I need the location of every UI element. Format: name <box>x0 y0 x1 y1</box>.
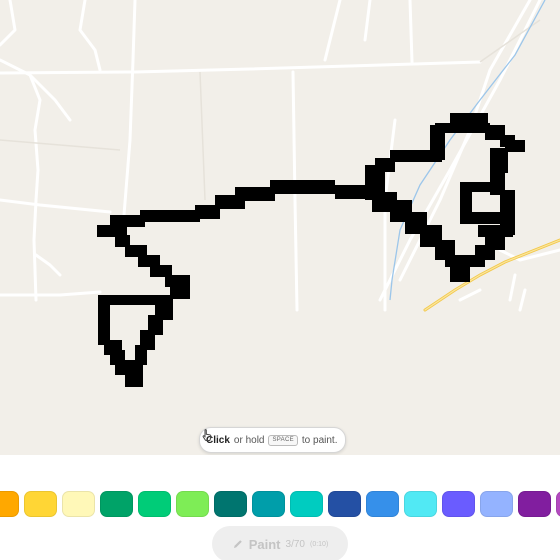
road <box>0 0 17 47</box>
road <box>28 73 72 122</box>
road <box>363 0 372 42</box>
road <box>508 273 517 302</box>
color-swatch-orange[interactable] <box>0 491 19 517</box>
color-swatch-dark-blue[interactable] <box>328 491 361 517</box>
color-swatch-dark-purple[interactable] <box>518 491 551 517</box>
road <box>122 0 137 217</box>
road <box>458 288 482 302</box>
space-key-badge: SPACE <box>268 434 298 446</box>
map-canvas[interactable]: Click or hold SPACE to paint. <box>0 0 560 455</box>
color-swatch-light-blue[interactable] <box>404 491 437 517</box>
app: Click or hold SPACE to paint. Paint 3/70… <box>0 0 560 560</box>
paint-timer: (0:10) <box>309 540 329 548</box>
color-swatch-dark-teal[interactable] <box>214 491 247 517</box>
pointer-hand-icon <box>202 429 212 441</box>
paint-hint: Click or hold SPACE to paint. <box>199 427 347 453</box>
road <box>323 0 342 62</box>
paint-button-label: Paint <box>248 536 281 552</box>
pencil-icon <box>233 540 242 548</box>
color-palette <box>0 491 560 517</box>
color-swatch-yellow[interactable] <box>24 491 57 517</box>
track <box>0 139 121 151</box>
road <box>34 253 62 277</box>
hint-suffix: to paint. <box>301 434 338 446</box>
hint-or-hold: or hold <box>233 434 265 446</box>
paint-count: 3/70 <box>285 538 305 550</box>
track <box>199 71 206 201</box>
road <box>78 0 102 72</box>
color-swatch-indigo[interactable] <box>442 491 475 517</box>
road <box>518 288 527 312</box>
road <box>0 290 102 297</box>
color-swatch-periwinkle[interactable] <box>480 491 513 517</box>
color-swatch-light-teal[interactable] <box>290 491 323 517</box>
road <box>408 0 414 64</box>
color-swatch-light-green[interactable] <box>176 491 209 517</box>
paint-button[interactable]: Paint 3/70 (0:10) <box>212 526 348 560</box>
color-swatch-teal[interactable] <box>252 491 285 517</box>
road <box>0 58 42 302</box>
road <box>0 198 112 214</box>
color-swatch-purple[interactable] <box>556 491 560 517</box>
road <box>0 60 482 75</box>
map-base <box>0 0 560 387</box>
color-swatch-blue[interactable] <box>366 491 399 517</box>
color-swatch-dark-green[interactable] <box>100 491 133 517</box>
color-swatch-pale-yellow[interactable] <box>62 491 95 517</box>
color-swatch-green[interactable] <box>138 491 171 517</box>
